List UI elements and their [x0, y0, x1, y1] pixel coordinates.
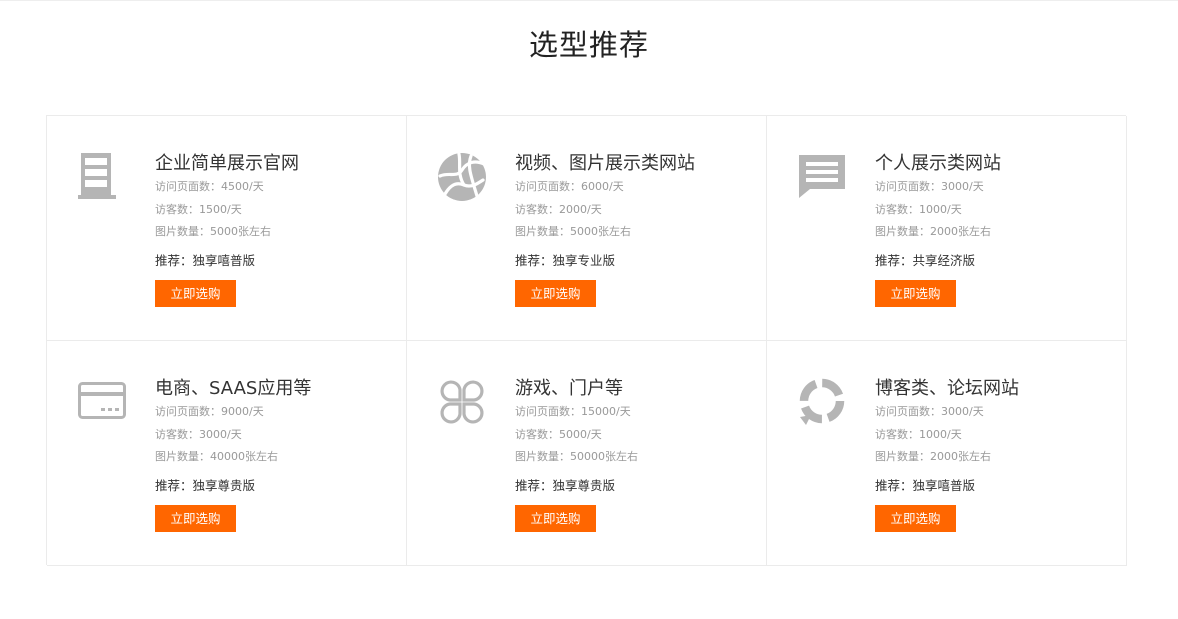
plan-card-0: 企业简单展示官网 访问页面数：4500/天 访客数：1500/天 图片数量：50… [47, 116, 407, 341]
page-views-stat: 访问页面数：9000/天 [155, 405, 264, 418]
plan-card-4: 游戏、门户等 访问页面数：15000/天 访客数：5000/天 图片数量：500… [407, 341, 767, 566]
plan-title: 博客类、论坛网站 [875, 378, 1019, 399]
recommended-plan: 推荐：独享嘻普版 [875, 478, 976, 493]
buy-now-button[interactable]: 立即选购 [875, 505, 956, 532]
recommended-plan: 推荐：共享经济版 [875, 253, 976, 268]
page-views-stat: 访问页面数：3000/天 [875, 180, 984, 193]
visitors-stat: 访客数：1000/天 [875, 428, 962, 441]
buy-now-button[interactable]: 立即选购 [515, 505, 596, 532]
credit-card-icon [77, 377, 127, 427]
visitors-stat: 访客数：5000/天 [515, 428, 602, 441]
visitors-stat: 访客数：2000/天 [515, 203, 602, 216]
buy-now-button[interactable]: 立即选购 [155, 280, 236, 307]
buy-now-button[interactable]: 立即选购 [875, 280, 956, 307]
buy-now-button[interactable]: 立即选购 [155, 505, 236, 532]
visitors-stat: 访客数：1500/天 [155, 203, 242, 216]
media-icon [437, 152, 487, 202]
images-stat: 图片数量：40000张左右 [155, 450, 278, 463]
recommended-plan: 推荐：独享嘻普版 [155, 253, 256, 268]
plan-title: 游戏、门户等 [515, 378, 623, 399]
page-title: 选型推荐 [528, 28, 649, 62]
server-icon [77, 152, 127, 202]
plan-card-3: 电商、SAAS应用等 访问页面数：9000/天 访客数：3000/天 图片数量：… [47, 341, 407, 566]
images-stat: 图片数量：2000张左右 [875, 450, 991, 463]
plan-title: 视频、图片展示类网站 [515, 153, 695, 174]
plan-title: 电商、SAAS应用等 [155, 378, 312, 399]
images-stat: 图片数量：2000张左右 [875, 225, 991, 238]
visitors-stat: 访客数：1000/天 [875, 203, 962, 216]
page-views-stat: 访问页面数：3000/天 [875, 405, 984, 418]
plan-card-1: 视频、图片展示类网站 访问页面数：6000/天 访客数：2000/天 图片数量：… [407, 116, 767, 341]
plan-card-2: 个人展示类网站 访问页面数：3000/天 访客数：1000/天 图片数量：200… [767, 116, 1127, 341]
recommended-plan: 推荐：独享尊贵版 [515, 478, 616, 493]
images-stat: 图片数量：5000张左右 [515, 225, 631, 238]
page-views-stat: 访问页面数：6000/天 [515, 180, 624, 193]
recommended-plan: 推荐：独享专业版 [515, 253, 616, 268]
plan-card-5: 博客类、论坛网站 访问页面数：3000/天 访客数：1000/天 图片数量：20… [767, 341, 1127, 566]
images-stat: 图片数量：50000张左右 [515, 450, 638, 463]
top-divider [0, 0, 1178, 1]
plan-title: 个人展示类网站 [875, 153, 1001, 174]
page-views-stat: 访问页面数：15000/天 [515, 405, 631, 418]
recommended-plan: 推荐：独享尊贵版 [155, 478, 256, 493]
buy-now-button[interactable]: 立即选购 [515, 280, 596, 307]
clover-icon [437, 377, 487, 427]
chat-bubble-icon [797, 152, 847, 202]
plan-title: 企业简单展示官网 [155, 153, 299, 174]
forum-ring-icon [797, 377, 847, 427]
visitors-stat: 访客数：3000/天 [155, 428, 242, 441]
images-stat: 图片数量：5000张左右 [155, 225, 271, 238]
page-views-stat: 访问页面数：4500/天 [155, 180, 264, 193]
recommendation-grid: 企业简单展示官网 访问页面数：4500/天 访客数：1500/天 图片数量：50… [46, 115, 1127, 566]
